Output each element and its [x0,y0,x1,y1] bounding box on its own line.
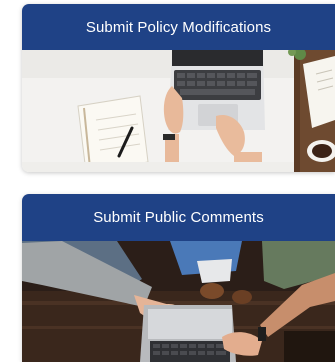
policy-modifications-card[interactable]: Submit Policy Modifications [22,4,335,172]
card-title: Submit Policy Modifications [85,18,272,36]
group-hands-laptop-photo [22,241,335,362]
card-header[interactable]: Submit Policy Modifications [22,4,335,50]
laptop-desk-notebook-photo [22,50,335,172]
public-comments-card[interactable]: Submit Public Comments [22,194,335,362]
card-title: Submit Public Comments [93,209,264,226]
card-header[interactable]: Submit Public Comments [22,194,335,241]
